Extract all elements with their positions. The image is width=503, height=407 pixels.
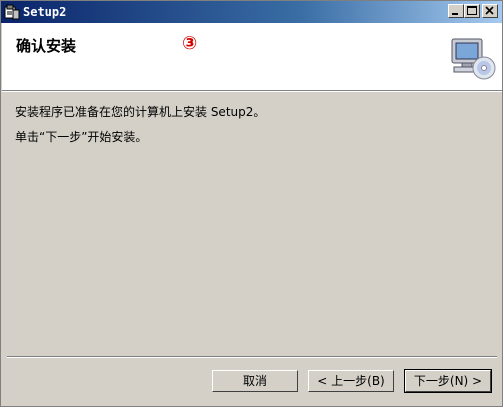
ready-message: 安装程序已准备在您的计算机上安装 Setup2。 bbox=[15, 105, 266, 119]
cancel-button[interactable]: 取消 bbox=[212, 370, 298, 392]
close-button[interactable] bbox=[482, 4, 498, 18]
header-separator bbox=[2, 91, 502, 92]
button-separator bbox=[7, 356, 497, 358]
title-bar[interactable]: Setup2 bbox=[1, 1, 502, 23]
wizard-header: 确认安装 ③ bbox=[2, 23, 502, 91]
maximize-icon bbox=[467, 6, 477, 15]
setup-window: Setup2 确认安装 ③ 安装程序已准备在您的计算机上安装 Setup2。 单… bbox=[0, 0, 503, 407]
close-icon bbox=[485, 6, 494, 15]
window-title: Setup2 bbox=[23, 5, 67, 19]
maximize-button[interactable] bbox=[464, 4, 480, 18]
minimize-icon bbox=[452, 13, 458, 15]
page-title: 确认安装 bbox=[16, 37, 77, 55]
setup-app-icon bbox=[4, 4, 20, 20]
minimize-button[interactable] bbox=[448, 4, 464, 18]
next-button[interactable]: 下一步(N) > bbox=[404, 369, 492, 393]
computer-cd-icon bbox=[448, 35, 496, 83]
back-button[interactable]: < 上一步(B) bbox=[308, 370, 394, 392]
step-marker: ③ bbox=[182, 33, 198, 54]
instruction-message: 单击“下一步”开始安装。 bbox=[15, 130, 148, 144]
